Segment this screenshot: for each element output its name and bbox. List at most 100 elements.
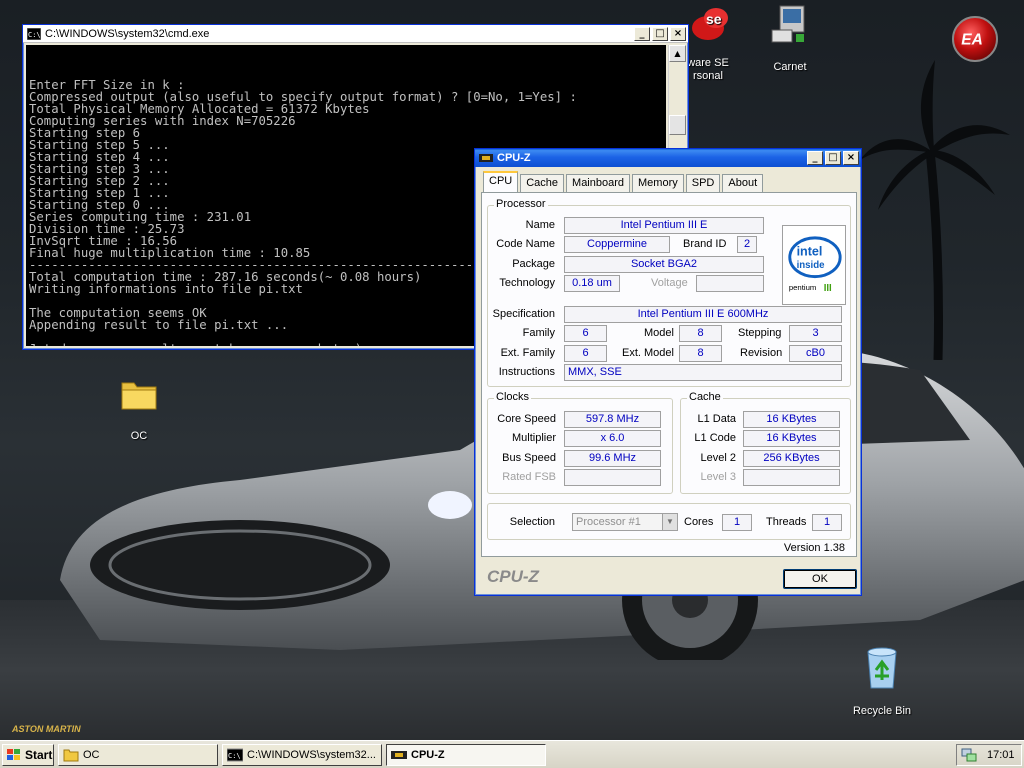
tab-cache[interactable]: Cache	[520, 174, 565, 192]
tab-memory[interactable]: Memory	[632, 174, 684, 192]
computer-icon	[771, 5, 805, 43]
taskbar-item-cmd[interactable]: C:\ C:\WINDOWS\system32...	[222, 744, 382, 766]
l1code-value: 16 KBytes	[743, 430, 840, 447]
adaware-se-icon: se	[692, 8, 728, 40]
ratedfsb-value	[564, 469, 661, 486]
chevron-down-icon[interactable]: ▼	[662, 514, 677, 530]
svg-text:intel: intel	[797, 244, 823, 258]
cpuz-tab-bar: CPU Cache Mainboard Memory SPD About	[483, 171, 765, 192]
cpuz-brand-text: CPU-Z	[487, 567, 539, 586]
svg-text:C:\: C:\	[228, 752, 241, 760]
processor-select[interactable]: Processor #1 ▼	[572, 513, 678, 531]
desktop-icon-label: Recycle Bin	[852, 705, 912, 717]
clocks-group-title: Clocks	[494, 391, 532, 403]
tab-cpu[interactable]: CPU	[483, 171, 519, 192]
name-label: Name	[525, 219, 555, 231]
model-value: 8	[679, 325, 722, 342]
tab-about[interactable]: About	[722, 174, 764, 192]
scroll-up-icon[interactable]: ▲	[669, 45, 686, 62]
cmd-titlebar[interactable]: C:\ C:\WINDOWS\system32\cmd.exe _ □ ×	[23, 25, 688, 43]
intel-inside-icon: intel inside pentium III	[788, 236, 842, 294]
cpuz-close-button[interactable]: ×	[843, 151, 859, 165]
cmd-title: C:\WINDOWS\system32\cmd.exe	[45, 27, 210, 40]
svg-text:inside: inside	[797, 260, 826, 271]
cpuz-maximize-button[interactable]: □	[825, 151, 841, 165]
ratedfsb-label: Rated FSB	[502, 471, 556, 483]
selection-label: Selection	[509, 516, 555, 528]
wallpaper-brand-text: ASTON MARTIN	[12, 724, 81, 734]
codename-value: Coppermine	[564, 236, 670, 253]
revision-label: Revision	[740, 347, 783, 359]
desktop-icon-oc-folder[interactable]: OC	[99, 375, 179, 442]
extfamily-value: 6	[564, 345, 607, 362]
processor-group: Processor Name Intel Pentium III E Code …	[487, 198, 851, 387]
desktop-icon-label: OC	[130, 430, 148, 442]
technology-label: Technology	[499, 277, 555, 289]
corespeed-label: Core Speed	[497, 413, 556, 425]
cpuz-window[interactable]: CPU-Z _ □ × CPU Cache Mainboard Memory S…	[474, 148, 862, 596]
cmd-close-button[interactable]: ×	[670, 26, 686, 41]
taskbar: Start OC C:\ C:\WINDOWS\system32... CPU-…	[0, 740, 1024, 768]
family-label: Family	[522, 327, 555, 339]
desktop-icon-recycle-bin[interactable]: Recycle Bin	[842, 646, 922, 717]
tab-mainboard[interactable]: Mainboard	[566, 174, 631, 192]
folder-icon	[121, 382, 157, 410]
svg-text:pentium: pentium	[789, 283, 817, 292]
specification-label: Specification	[492, 308, 555, 320]
start-label: Start	[25, 748, 53, 762]
palm-tree-decoration	[860, 60, 1010, 360]
svg-text:C:\: C:\	[28, 31, 41, 39]
clock[interactable]: 17:01	[987, 749, 1015, 761]
recycle-bin-icon	[867, 647, 897, 689]
corespeed-value: 597.8 MHz	[564, 411, 661, 428]
brandid-label: Brand ID	[683, 238, 727, 250]
taskbar-item-oc[interactable]: OC	[58, 744, 218, 766]
multiplier-label: Multiplier	[511, 432, 556, 444]
level3-value	[743, 469, 840, 486]
cpu-tab-panel: Processor Name Intel Pentium III E Code …	[481, 192, 857, 557]
taskbar-item-label: CPU-Z	[411, 749, 445, 761]
cmd-icon: C:\	[227, 748, 243, 762]
folder-icon	[63, 749, 79, 762]
ok-button[interactable]: OK	[783, 569, 857, 589]
extmodel-value: 8	[679, 345, 722, 362]
stepping-label: Stepping	[738, 327, 782, 339]
windows-logo-icon	[7, 749, 20, 760]
svg-text:EA: EA	[961, 31, 983, 48]
multiplier-value: x 6.0	[564, 430, 661, 447]
cmd-maximize-button[interactable]: □	[652, 26, 668, 41]
level2-value: 256 KBytes	[743, 450, 840, 467]
extmodel-label: Ext. Model	[622, 347, 674, 359]
l1data-label: L1 Data	[697, 413, 736, 425]
svg-text:se: se	[706, 11, 722, 27]
svg-text:III: III	[824, 283, 832, 294]
scroll-thumb[interactable]	[669, 115, 686, 135]
cache-group: Cache L1 Data 16 KBytes L1 Code 16 KByte…	[680, 391, 851, 494]
system-tray: 17:01	[956, 744, 1022, 766]
taskbar-item-cpuz[interactable]: CPU-Z	[386, 744, 546, 766]
revision-value: cB0	[789, 345, 842, 362]
cpuz-titlebar[interactable]: CPU-Z _ □ ×	[475, 149, 861, 167]
ea-logo-icon[interactable]: EA	[952, 16, 998, 62]
selection-group: Selection Processor #1 ▼ Cores 1 Threads…	[487, 503, 851, 540]
cpuz-minimize-button[interactable]: _	[807, 151, 823, 165]
l1code-label: L1 Code	[694, 432, 736, 444]
tab-spd[interactable]: SPD	[685, 174, 721, 192]
name-value: Intel Pentium III E	[564, 217, 764, 234]
brandid-value: 2	[737, 236, 757, 253]
package-label: Package	[512, 258, 555, 270]
desktop-icon-carnet[interactable]: Carnet	[750, 4, 830, 73]
intel-pentium-iii-logo: intel inside pentium III	[782, 225, 846, 305]
stepping-value: 3	[789, 325, 842, 342]
busspeed-label: Bus Speed	[502, 452, 556, 464]
cpuz-app-icon	[479, 154, 493, 162]
instructions-label: Instructions	[498, 366, 555, 378]
start-button[interactable]: Start	[2, 744, 54, 766]
extfamily-label: Ext. Family	[500, 347, 555, 359]
cpuz-title: CPU-Z	[497, 152, 531, 164]
cmd-minimize-button[interactable]: _	[634, 26, 650, 41]
technology-value: 0.18 um	[564, 275, 620, 292]
network-icon[interactable]	[961, 748, 977, 762]
cache-group-title: Cache	[687, 391, 723, 403]
l1data-value: 16 KBytes	[743, 411, 840, 428]
